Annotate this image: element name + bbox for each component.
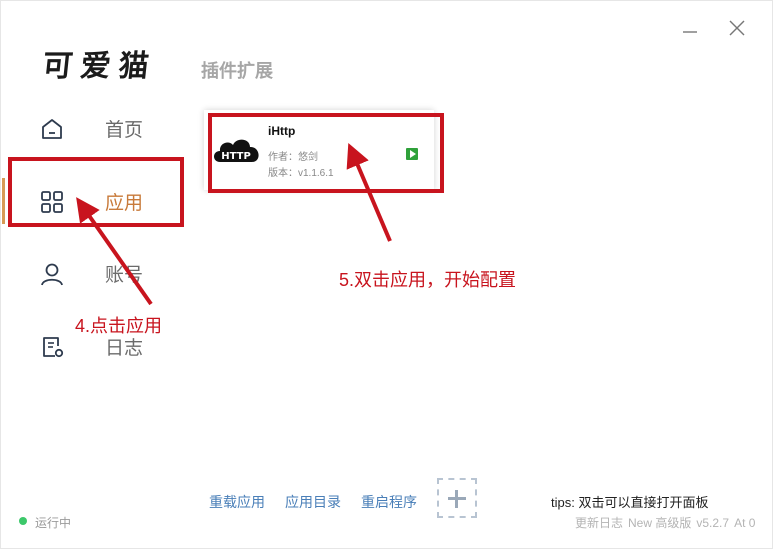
close-icon[interactable] bbox=[724, 15, 750, 41]
status-indicator-icon bbox=[19, 517, 27, 525]
app-logo: 可爱猫 bbox=[40, 49, 159, 84]
minimize-icon[interactable] bbox=[677, 15, 703, 41]
sidebar-item-account[interactable]: 账号 bbox=[1, 248, 191, 298]
annotation-box-apps bbox=[8, 157, 184, 227]
page-title: 插件扩展 bbox=[201, 61, 273, 81]
plus-icon[interactable] bbox=[437, 478, 477, 518]
changelog-link[interactable]: 更新日志 bbox=[575, 516, 623, 530]
footer-info: 更新日志 New 高级版 v5.2.7 At 0 bbox=[575, 514, 760, 531]
sidebar-item-label: 首页 bbox=[105, 120, 144, 141]
annotation-step5: 5.双击应用，开始配置 bbox=[339, 270, 517, 290]
apps-directory-link[interactable]: 应用目录 bbox=[285, 492, 341, 512]
app-window: 可爱猫 插件扩展 首页 应用 账号 日志 HTTP iHttp 作者：悠剑 版本… bbox=[0, 0, 773, 549]
user-icon bbox=[39, 261, 65, 287]
sidebar-item-home[interactable]: 首页 bbox=[1, 103, 191, 153]
annotation-step4: 4.点击应用 bbox=[75, 316, 163, 336]
home-icon bbox=[39, 116, 65, 142]
version-label: v5.2.7 bbox=[696, 516, 730, 530]
tips-text: tips: 双击可以直接打开面板 bbox=[551, 495, 709, 510]
status-text: 运行中 bbox=[35, 516, 72, 530]
at-count: At 0 bbox=[734, 516, 756, 530]
sidebar-item-label: 账号 bbox=[105, 265, 144, 286]
annotation-box-plugin bbox=[208, 113, 444, 193]
reload-apps-link[interactable]: 重载应用 bbox=[209, 492, 265, 512]
restart-program-link[interactable]: 重启程序 bbox=[361, 492, 417, 512]
log-settings-icon bbox=[39, 334, 65, 360]
edition-label: New 高级版 bbox=[628, 516, 692, 530]
